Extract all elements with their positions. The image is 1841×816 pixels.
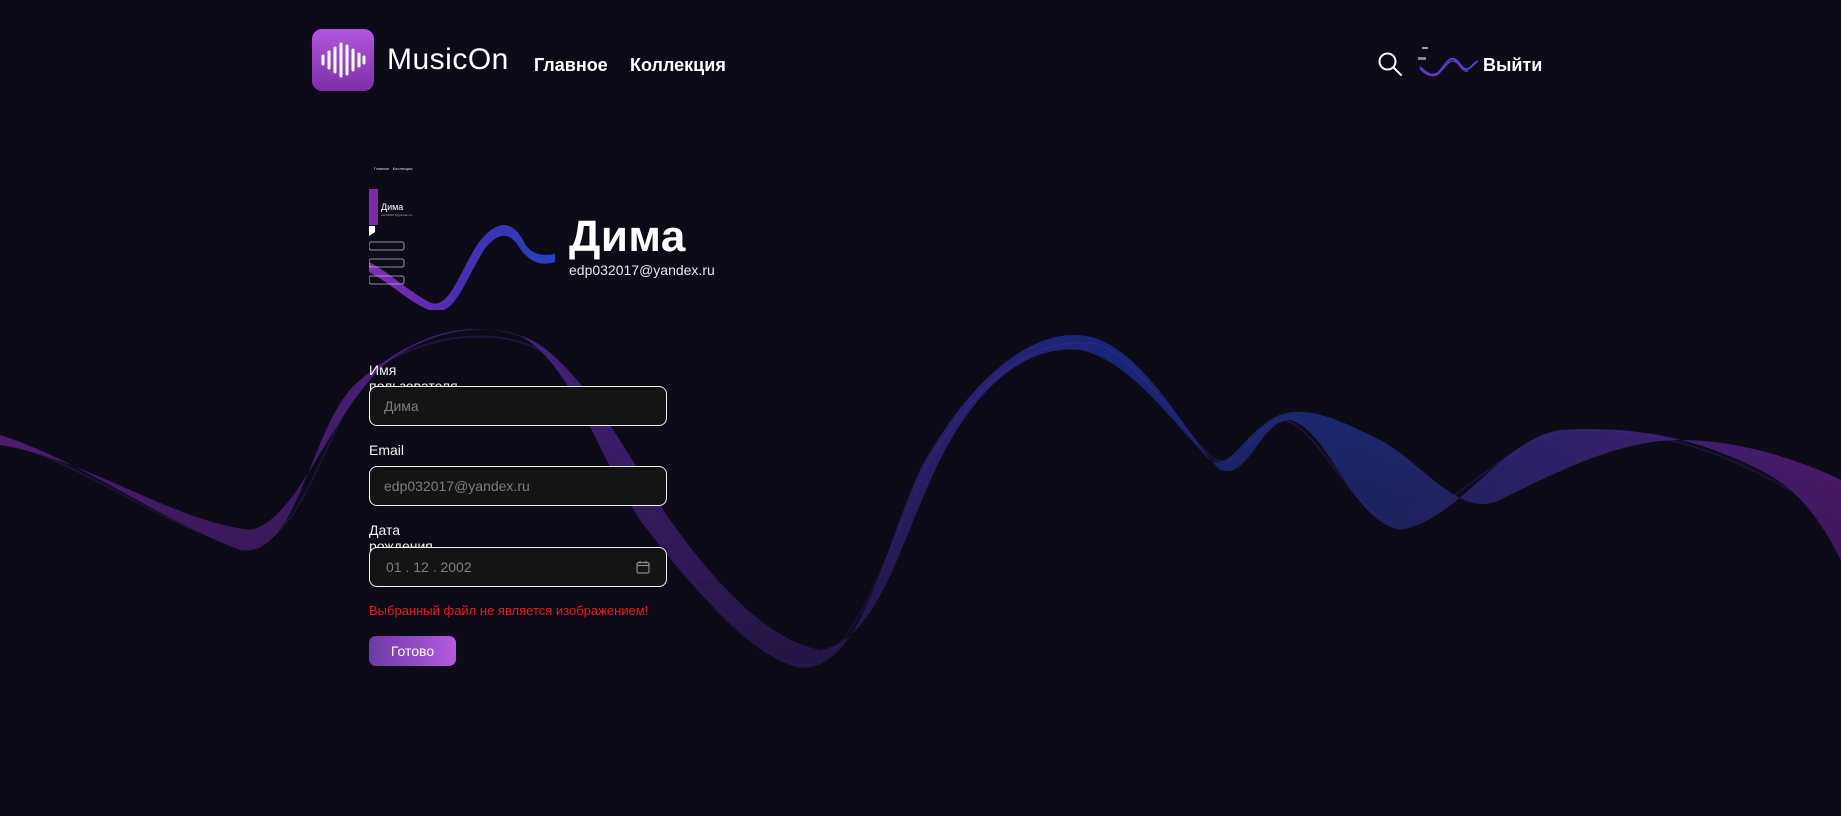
preview-name: Дима [381, 202, 404, 212]
nav-home-link[interactable]: Главное [534, 55, 608, 76]
profile-name: Дима [569, 212, 686, 261]
avatar-preview-image[interactable]: Главное Коллекция Дима edp032017@yandex.… [369, 162, 555, 310]
preview-email: edp032017@yandex.ru [381, 213, 413, 217]
search-icon[interactable] [1377, 51, 1403, 77]
preview-wave [369, 189, 555, 310]
user-avatar[interactable] [1416, 43, 1478, 81]
email-label: Email [369, 442, 405, 458]
birth-date-value: 01 . 12 . 2002 [386, 559, 472, 575]
logout-button[interactable]: Выйти [1483, 55, 1542, 76]
error-message: Выбранный файл не является изображением! [369, 603, 649, 618]
profile-email: edp032017@yandex.ru [569, 262, 715, 278]
top-navbar: MusicOn Главное Коллекция Выйти [312, 29, 1542, 91]
email-input[interactable] [369, 466, 667, 506]
sound-wave-icon [321, 42, 366, 78]
submit-button[interactable]: Готово [369, 636, 456, 666]
nav-collection-link[interactable]: Коллекция [630, 55, 726, 76]
preview-nav-home: Главное [374, 166, 390, 171]
username-input[interactable] [369, 386, 667, 426]
background-wave [0, 328, 1841, 669]
calendar-icon[interactable] [636, 560, 650, 574]
birth-date-input[interactable]: 01 . 12 . 2002 [369, 547, 667, 587]
preview-nav-collection: Коллекция [392, 166, 413, 171]
brand-name[interactable]: MusicOn [387, 43, 509, 77]
app-logo[interactable] [312, 29, 374, 91]
preview-nav: Главное Коллекция [374, 166, 412, 171]
